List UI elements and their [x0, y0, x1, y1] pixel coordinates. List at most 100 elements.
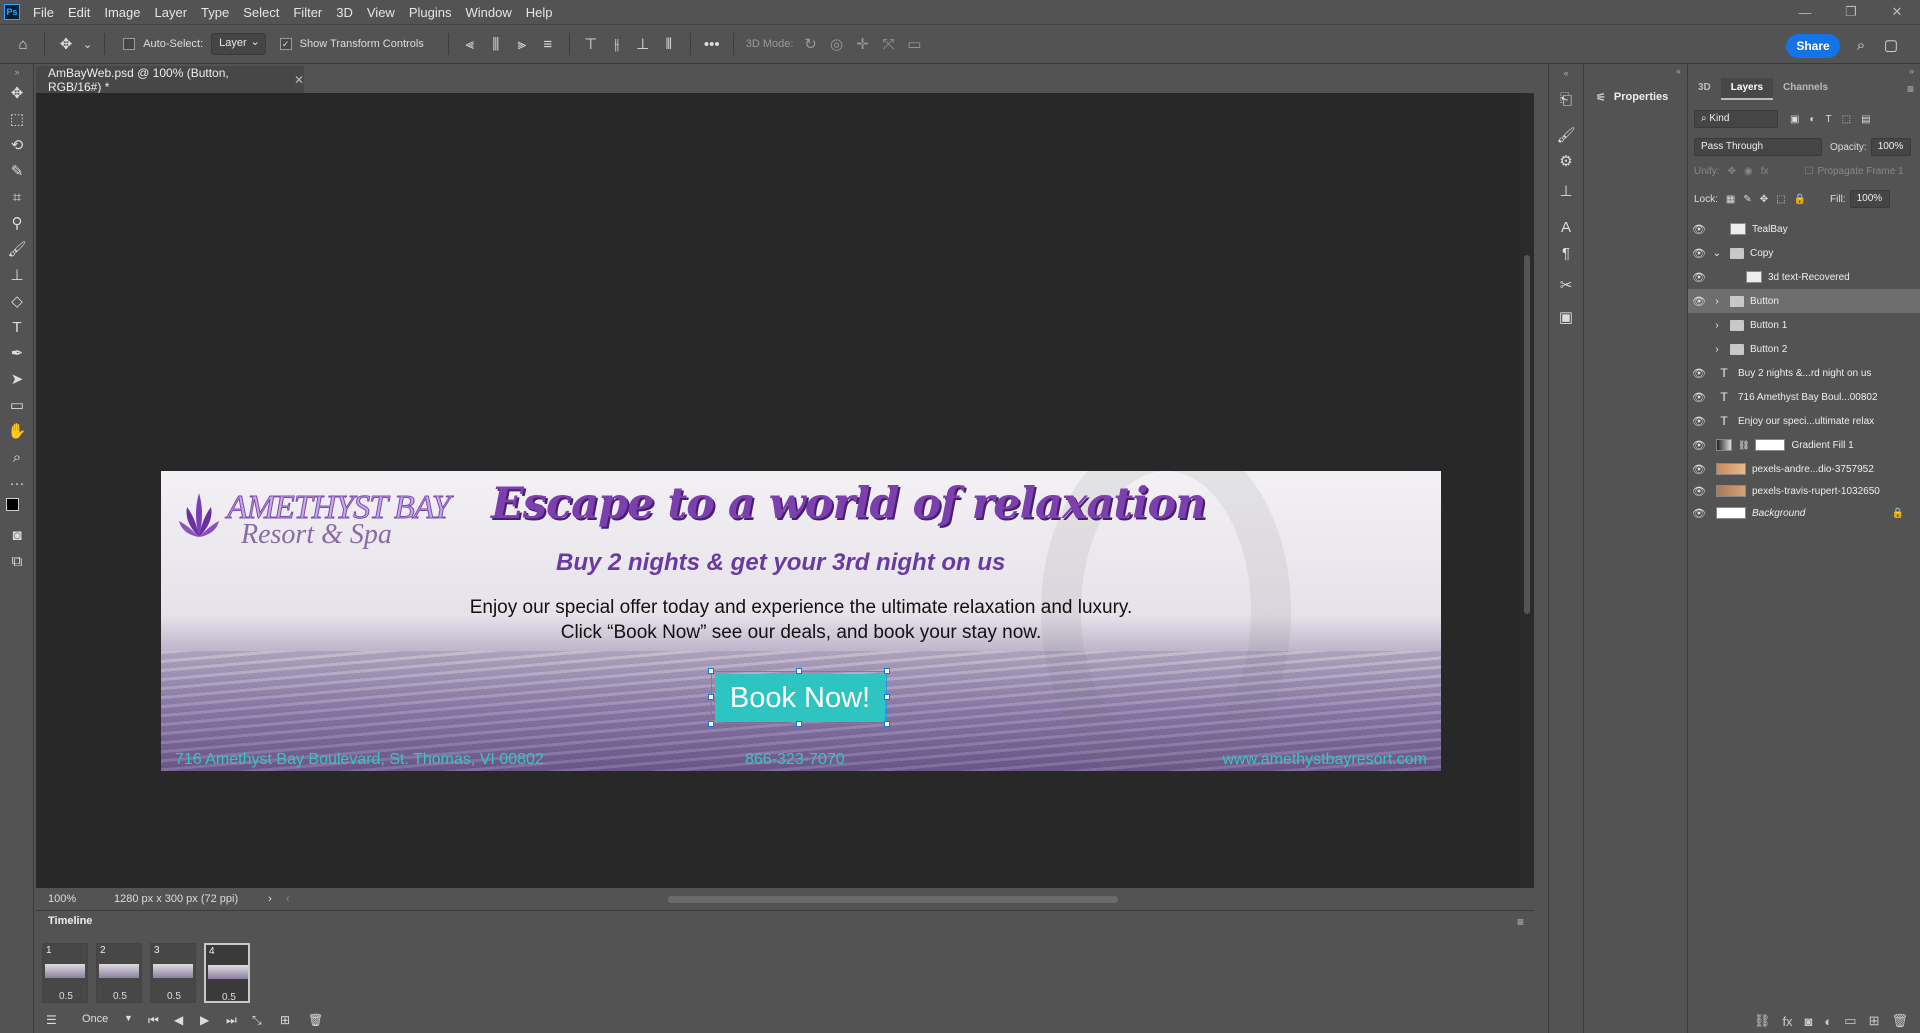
- align-middle-icon[interactable]: ⫲: [604, 31, 630, 57]
- hand-tool-icon[interactable]: ✋: [0, 418, 34, 444]
- tween-icon[interactable]: ⤡: [252, 1013, 262, 1028]
- 3d-pan-icon[interactable]: ✛: [849, 31, 875, 57]
- frame-delay[interactable]: 0.5: [167, 991, 181, 1002]
- previous-frame-icon[interactable]: ◀: [174, 1013, 183, 1027]
- new-group-icon[interactable]: ▭: [1844, 1013, 1856, 1029]
- visibility-eye-icon[interactable]: 👁: [1688, 295, 1710, 308]
- visibility-eye-icon[interactable]: 👁: [1688, 367, 1710, 380]
- menu-3d[interactable]: 3D: [329, 5, 360, 20]
- chevron-down-icon[interactable]: ⌄: [83, 38, 92, 51]
- fx-icon[interactable]: fx: [1782, 1014, 1792, 1029]
- marquee-tool-icon[interactable]: ⬚: [0, 106, 34, 132]
- tab-3d[interactable]: 3D: [1688, 78, 1721, 100]
- frame-delay[interactable]: 0.5: [59, 991, 73, 1002]
- animation-frame-selected[interactable]: 4 0.5: [204, 943, 250, 1003]
- layer-row[interactable]: 👁 T Enjoy our speci...ultimate relax: [1688, 409, 1920, 433]
- menu-view[interactable]: View: [360, 5, 402, 20]
- layer-row-selected[interactable]: 👁 › Button: [1688, 289, 1920, 313]
- align-right-icon[interactable]: ⫸: [509, 31, 535, 57]
- animation-frame[interactable]: 2 0.5: [96, 943, 142, 1003]
- menu-select[interactable]: Select: [236, 5, 286, 20]
- lock-artboard-icon[interactable]: ⬚: [1776, 194, 1785, 205]
- transform-handle[interactable]: [796, 668, 802, 674]
- tab-channels[interactable]: Channels: [1773, 78, 1838, 100]
- layer-row[interactable]: › Button 2: [1688, 337, 1920, 361]
- menu-type[interactable]: Type: [194, 5, 236, 20]
- menu-plugins[interactable]: Plugins: [402, 5, 459, 20]
- zoom-level[interactable]: 100%: [48, 893, 98, 905]
- stamp-tool-icon[interactable]: ⊥: [0, 262, 34, 288]
- layer-row[interactable]: 👁 ⌄ Copy: [1688, 241, 1920, 265]
- paragraph-icon[interactable]: ¶: [1549, 240, 1583, 266]
- banner-artwork[interactable]: AMETHYST BAY Resort & Spa Escape to a wo…: [161, 471, 1441, 771]
- restore-button[interactable]: ❐: [1828, 0, 1874, 24]
- menu-edit[interactable]: Edit: [61, 5, 97, 20]
- document-info[interactable]: 1280 px x 300 px (72 ppi): [114, 893, 238, 905]
- chevron-right-icon[interactable]: ›: [1710, 344, 1724, 355]
- adjustments-icon[interactable]: ⚙: [1549, 148, 1583, 174]
- tab-layers[interactable]: Layers: [1720, 78, 1774, 100]
- chevron-right-icon[interactable]: ›: [1710, 320, 1724, 331]
- path-select-tool-icon[interactable]: ➤: [0, 366, 34, 392]
- show-transform-checkbox[interactable]: ✓: [279, 38, 292, 50]
- visibility-eye-icon[interactable]: 👁: [1688, 485, 1710, 498]
- 3d-orbit-icon[interactable]: ↻: [797, 31, 823, 57]
- lock-transparent-icon[interactable]: ▦: [1726, 194, 1735, 205]
- visibility-eye-icon[interactable]: 👁: [1688, 223, 1710, 236]
- collapse-icon[interactable]: »: [0, 64, 34, 80]
- layer-row[interactable]: 👁 T 716 Amethyst Bay Boul...00802: [1688, 385, 1920, 409]
- unify-position-icon[interactable]: ✥: [1728, 166, 1736, 177]
- layer-row[interactable]: › Button 1: [1688, 313, 1920, 337]
- scroll-left-icon[interactable]: ‹: [286, 893, 290, 905]
- properties-tab[interactable]: ⚟ Properties: [1584, 86, 1688, 108]
- horizontal-scroll-thumb[interactable]: [668, 896, 1118, 903]
- collapse-icon[interactable]: »: [1909, 66, 1914, 76]
- visibility-eye-icon[interactable]: 👁: [1688, 391, 1710, 404]
- panel-menu-icon[interactable]: ≡: [1517, 915, 1524, 929]
- screen-mode-icon[interactable]: ⧉: [0, 548, 34, 574]
- auto-select-dropdown[interactable]: Layer: [211, 33, 266, 55]
- document-tab[interactable]: AmBayWeb.psd @ 100% (Button, RGB/16#) * …: [36, 66, 304, 94]
- play-icon[interactable]: ▶: [200, 1013, 209, 1027]
- transform-handle[interactable]: [884, 694, 890, 700]
- lock-all-icon[interactable]: 🔒: [1794, 194, 1806, 205]
- fill-field[interactable]: 100%: [1849, 190, 1890, 208]
- new-layer-icon[interactable]: ⊞: [1869, 1013, 1880, 1029]
- chevron-right-icon[interactable]: ›: [1710, 296, 1724, 307]
- propagate-checkbox[interactable]: ☐: [1804, 166, 1813, 177]
- lock-position-icon[interactable]: ✥: [1760, 194, 1768, 205]
- libraries-icon[interactable]: ▣: [1549, 304, 1583, 330]
- first-frame-icon[interactable]: ⏮: [148, 1013, 159, 1028]
- align-bottom-icon[interactable]: ⊥: [630, 31, 656, 57]
- align-top-icon[interactable]: ⊤: [578, 31, 604, 57]
- 3d-roll-icon[interactable]: ◎: [823, 31, 849, 57]
- brushes-icon[interactable]: 🖌: [1549, 122, 1583, 148]
- menu-window[interactable]: Window: [458, 5, 518, 20]
- delete-layer-icon[interactable]: 🗑: [1891, 1013, 1908, 1029]
- filter-type-icon[interactable]: T: [1826, 114, 1832, 125]
- color-swatches-icon[interactable]: [0, 496, 34, 522]
- more-options-icon[interactable]: •••: [699, 31, 725, 57]
- layer-row[interactable]: 👁 3d text-Recovered: [1688, 265, 1920, 289]
- layer-row[interactable]: 👁 ⛓ Gradient Fill 1: [1688, 433, 1920, 457]
- crop-tool-icon[interactable]: ⌗: [0, 184, 34, 210]
- menu-filter[interactable]: Filter: [286, 5, 329, 20]
- menu-file[interactable]: File: [26, 5, 61, 20]
- layer-row[interactable]: 👁 pexels-andre...dio-3757952: [1688, 457, 1920, 481]
- search-icon[interactable]: ⌕: [1848, 32, 1874, 58]
- share-button[interactable]: Share: [1786, 34, 1840, 58]
- loop-dropdown[interactable]: Once: [82, 1013, 108, 1025]
- collapse-icon[interactable]: «: [1549, 64, 1583, 82]
- rectangle-tool-icon[interactable]: ▭: [0, 392, 34, 418]
- menu-layer[interactable]: Layer: [148, 5, 195, 20]
- eraser-tool-icon[interactable]: ◇: [0, 288, 34, 314]
- align-center-h-icon[interactable]: ⫼: [483, 31, 509, 57]
- visibility-eye-icon[interactable]: 👁: [1688, 507, 1710, 520]
- filter-adjustment-icon[interactable]: ◐: [1809, 114, 1815, 125]
- type-tool-icon[interactable]: T: [0, 314, 34, 340]
- animation-frame[interactable]: 1 0.5: [42, 943, 88, 1003]
- duplicate-frame-icon[interactable]: ⊞: [280, 1013, 290, 1027]
- unify-style-icon[interactable]: fx: [1761, 166, 1769, 177]
- visibility-eye-icon[interactable]: 👁: [1688, 463, 1710, 476]
- 3d-slide-icon[interactable]: ⤧: [875, 31, 901, 57]
